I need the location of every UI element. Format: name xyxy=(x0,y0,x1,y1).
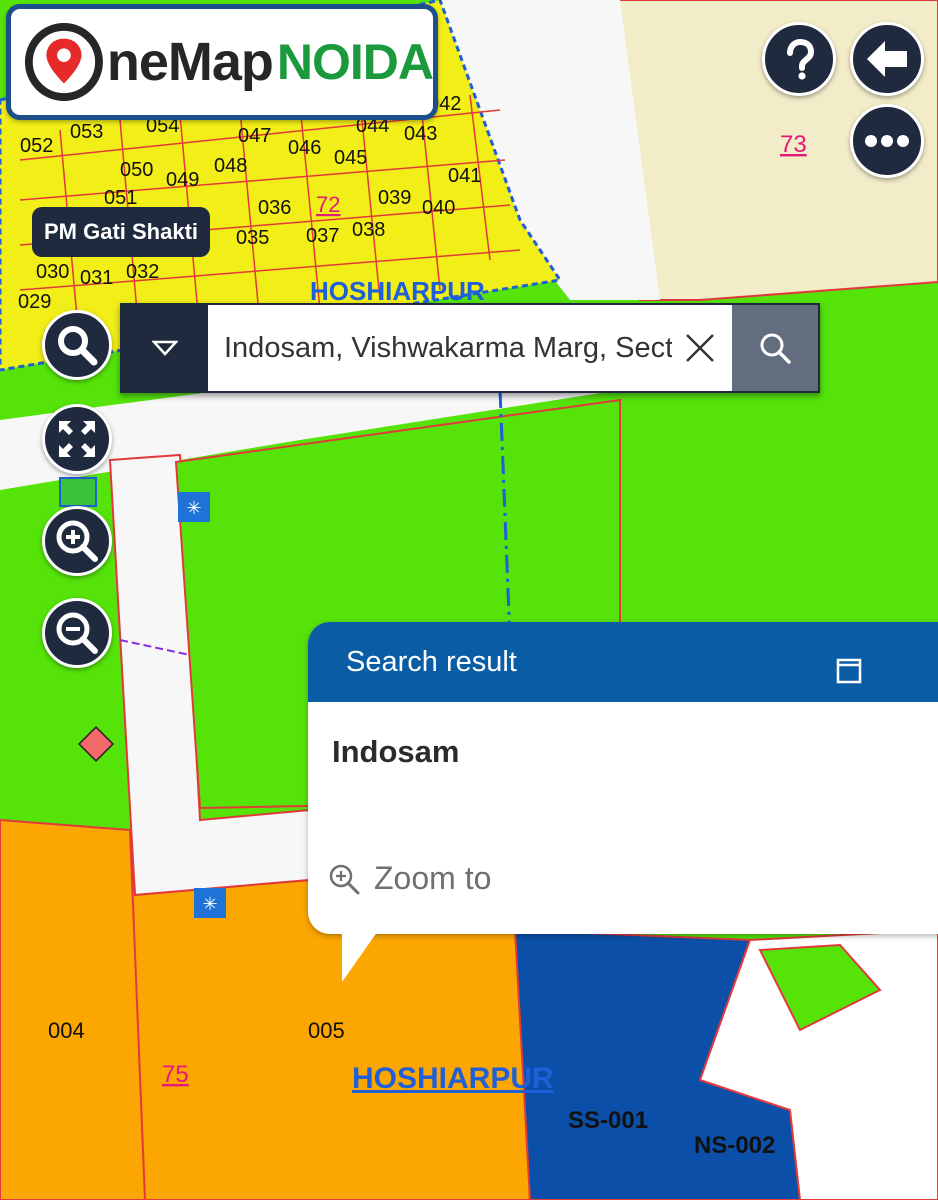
expand-icon xyxy=(59,421,95,457)
help-button[interactable] xyxy=(762,22,836,96)
app-logo[interactable]: neMap NOIDA xyxy=(6,4,438,120)
logo-brand: NOIDA xyxy=(276,34,434,90)
popup-header: Search result xyxy=(308,622,938,702)
plot-number: 035 xyxy=(236,227,269,249)
chevron-down-icon xyxy=(152,340,178,356)
village-label-bottom: HOSHIARPUR xyxy=(352,1062,554,1095)
plot-label-ss001: SS-001 xyxy=(568,1107,648,1134)
question-icon xyxy=(787,38,815,80)
plot-number: 038 xyxy=(352,219,385,241)
plot-number: 047 xyxy=(238,125,271,147)
plot-number: 041 xyxy=(448,165,481,187)
plot-number: 037 xyxy=(306,225,339,247)
maximize-icon[interactable] xyxy=(836,658,862,684)
zoom-in-button[interactable] xyxy=(42,506,112,576)
more-dots-icon xyxy=(865,135,909,147)
search-tool-button[interactable] xyxy=(42,310,112,380)
logo-text: neMap xyxy=(106,32,274,92)
search-result-popup: Search result Indosam Zoom to xyxy=(308,622,938,982)
plot-label-ns002: NS-002 xyxy=(694,1132,775,1159)
zoom-to-button[interactable]: Zoom to xyxy=(328,860,491,897)
facility-icon[interactable] xyxy=(59,477,97,507)
search-field xyxy=(208,305,732,391)
plot-number: 051 xyxy=(104,187,137,209)
plot-number: 029 xyxy=(18,291,51,313)
more-button[interactable] xyxy=(850,104,924,178)
sector-label-75: 75 xyxy=(162,1061,189,1088)
result-name: Indosam xyxy=(332,734,460,769)
map-pin-logo-icon xyxy=(24,23,103,101)
zoom-to-label: Zoom to xyxy=(374,860,492,896)
plot-number: 053 xyxy=(70,121,103,143)
svg-text:✳: ✳ xyxy=(202,894,217,915)
full-extent-button[interactable] xyxy=(42,404,112,474)
plot-label-005: 005 xyxy=(308,1018,345,1043)
search-bar xyxy=(120,303,820,393)
back-button[interactable] xyxy=(850,22,924,96)
village-label-top: HOSHIARPUR xyxy=(310,276,485,306)
popup-pointer xyxy=(342,928,380,982)
zoom-in-icon xyxy=(56,520,98,562)
zoom-out-button[interactable] xyxy=(42,598,112,668)
search-input[interactable] xyxy=(208,305,732,391)
zoom-out-icon xyxy=(56,612,98,654)
plot-number: 036 xyxy=(258,197,291,219)
plot-number: 046 xyxy=(288,137,321,159)
arrow-left-icon xyxy=(867,41,907,77)
close-icon[interactable] xyxy=(684,332,716,364)
svg-text:✳: ✳ xyxy=(186,498,201,519)
plot-number: 049 xyxy=(166,169,199,191)
plot-number: 039 xyxy=(378,187,411,209)
plot-label-004: 004 xyxy=(48,1018,85,1043)
plot-number: 031 xyxy=(80,267,113,289)
sector-label-73: 73 xyxy=(780,131,807,158)
layer-tag-pm-gati-shakti[interactable]: PM Gati Shakti xyxy=(32,207,211,257)
plot-number: 050 xyxy=(120,159,153,181)
search-icon xyxy=(760,333,791,364)
layer-tag-label: PM Gati Shakti xyxy=(44,219,199,244)
popup-title: Search result xyxy=(346,645,517,678)
plot-number: 030 xyxy=(36,261,69,283)
plot-number: 048 xyxy=(214,155,247,177)
search-source-dropdown[interactable] xyxy=(122,305,208,391)
plot-number: 032 xyxy=(126,261,159,283)
search-icon xyxy=(58,326,98,366)
map-canvas[interactable]: ✳ ✳ 72 73 75 HOSHIARPUR HOSHIARPUR 004 0… xyxy=(0,0,938,1200)
sector-label-72: 72 xyxy=(316,192,340,217)
plot-number: 052 xyxy=(20,135,53,157)
plot-number: 040 xyxy=(422,197,455,219)
plot-number: 043 xyxy=(404,123,437,145)
plot-number: 045 xyxy=(334,147,367,169)
search-submit-button[interactable] xyxy=(732,305,818,391)
zoom-in-icon xyxy=(329,864,360,894)
